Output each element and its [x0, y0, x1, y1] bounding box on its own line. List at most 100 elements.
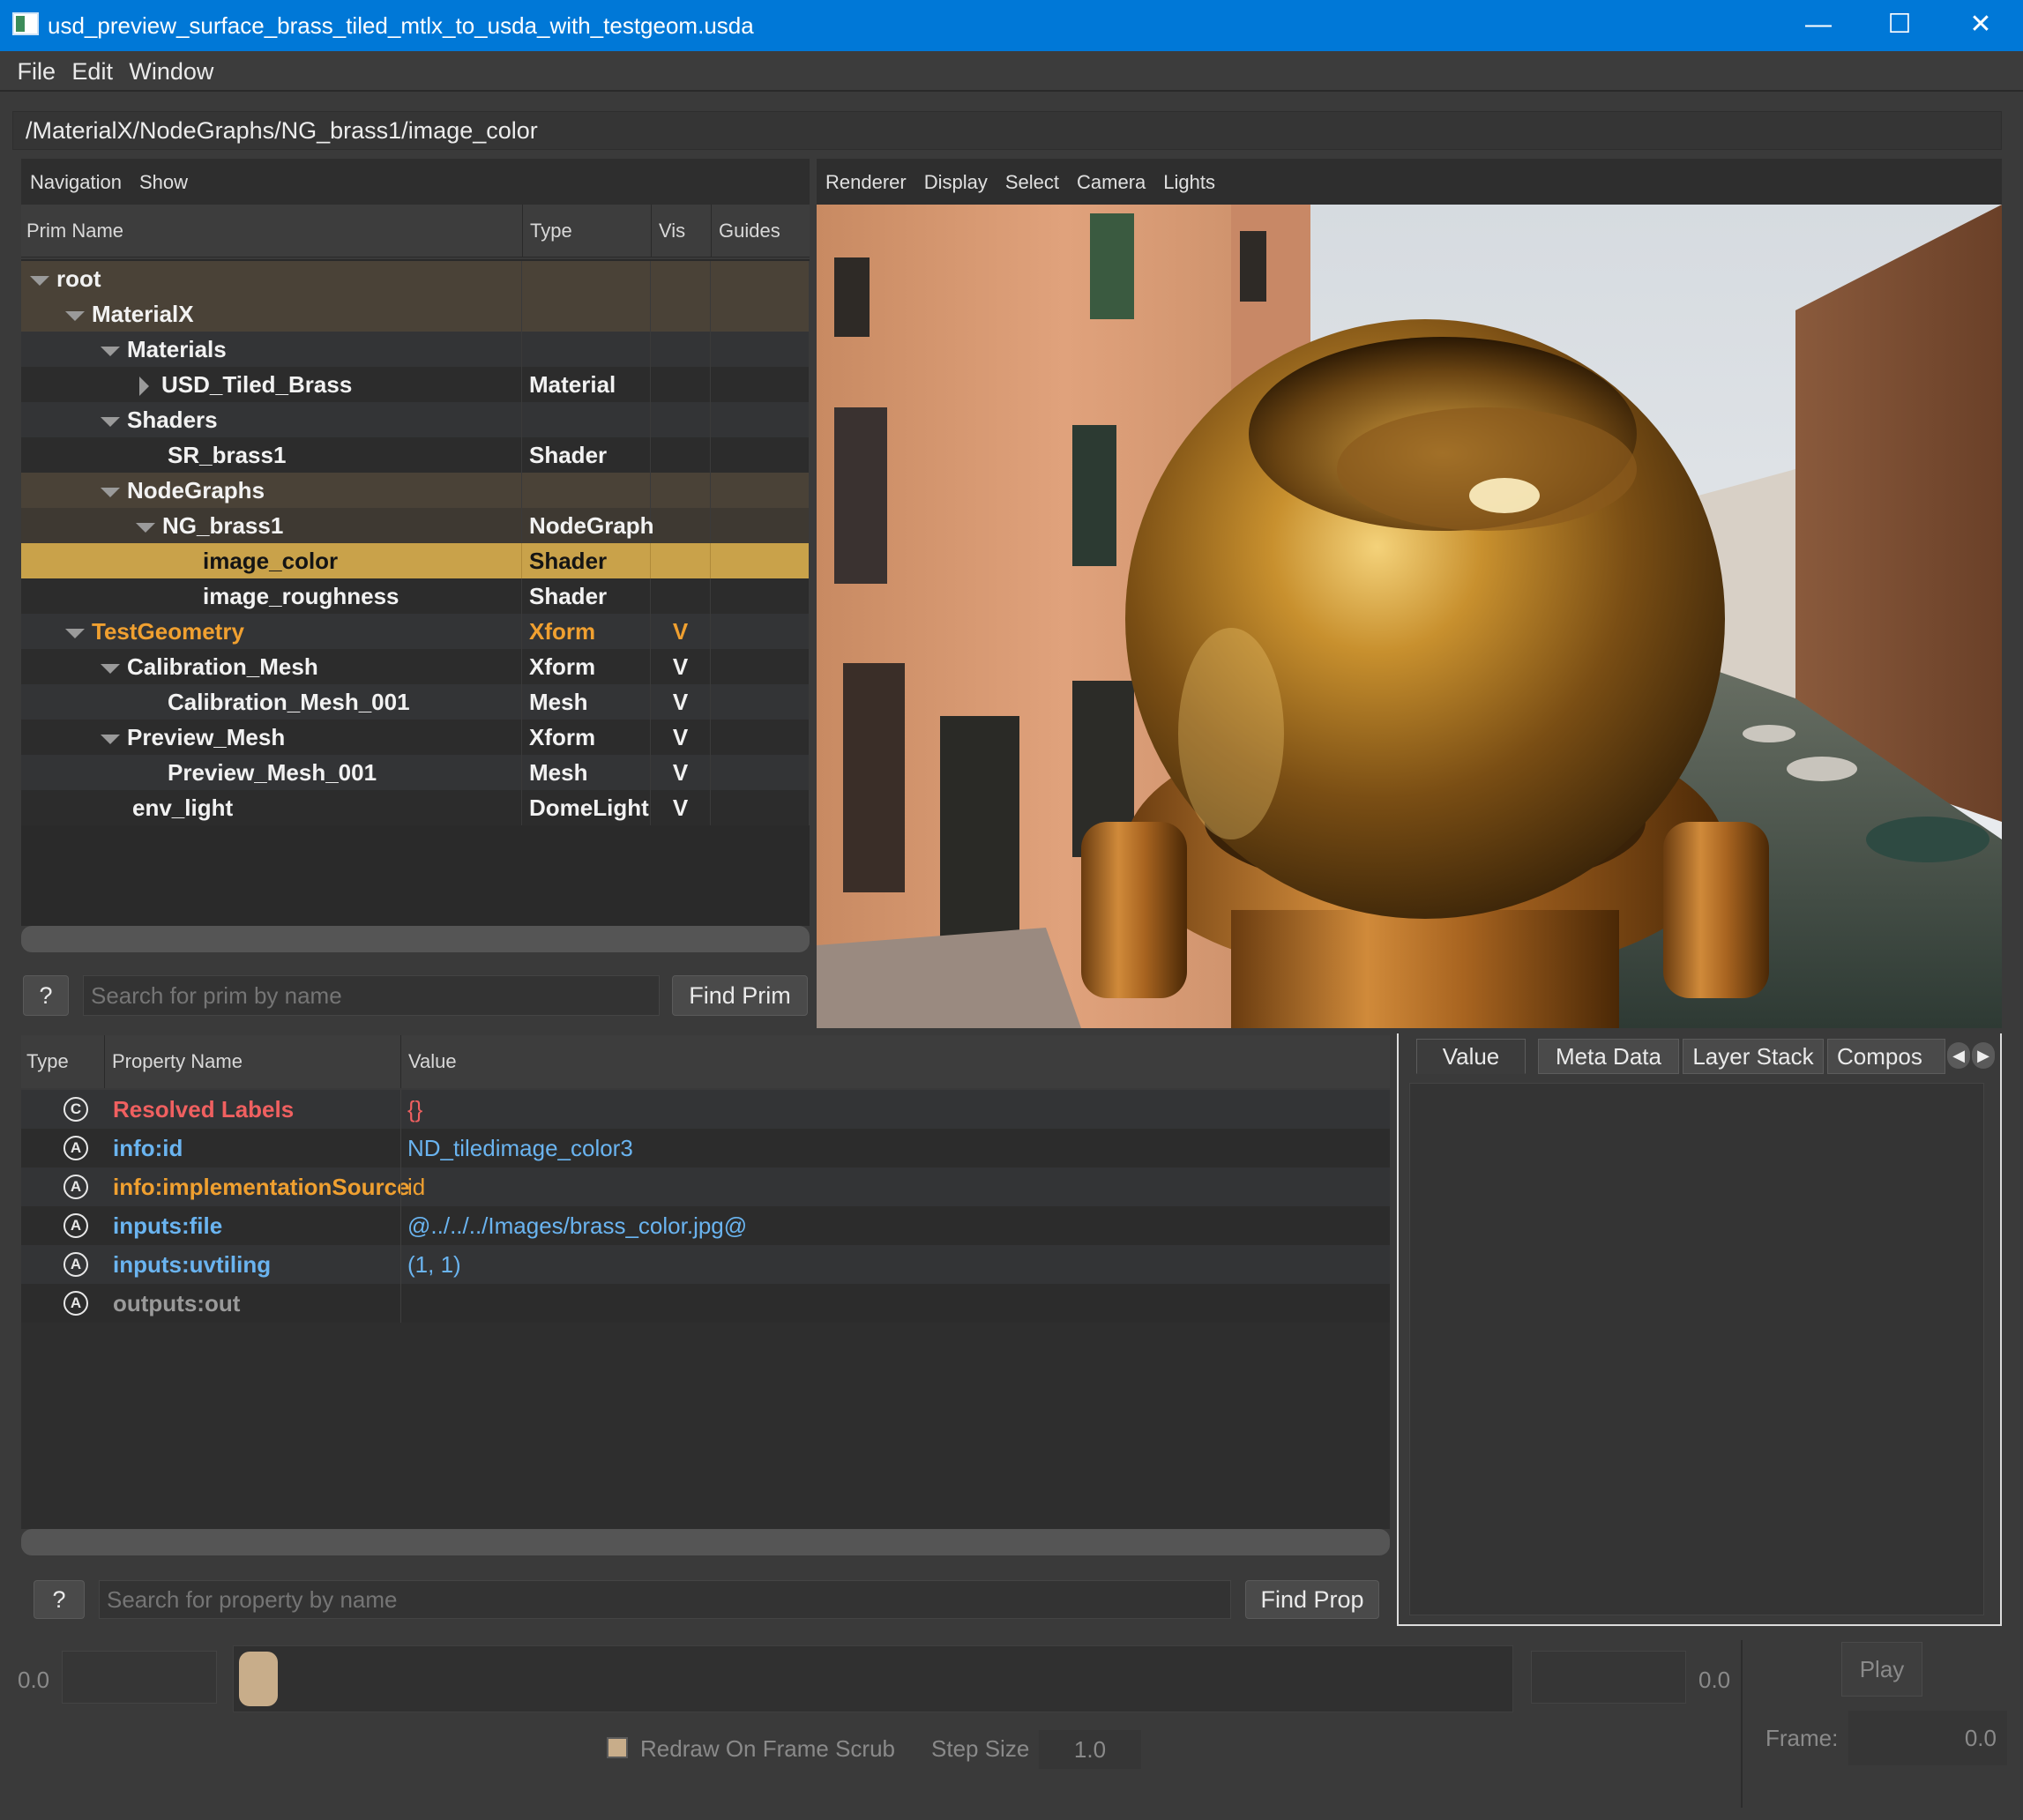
property-search-input[interactable]	[99, 1580, 1231, 1619]
stage-viewport[interactable]	[817, 205, 2002, 1028]
prim-vis[interactable]	[651, 261, 711, 296]
close-button[interactable]: ✕	[1940, 0, 2021, 51]
tab-scroll-left-icon[interactable]: ◀	[1947, 1042, 1970, 1069]
tree-row-selected[interactable]: image_color Shader	[21, 543, 810, 578]
prim-vis[interactable]: V	[651, 684, 711, 720]
tree-row[interactable]: MaterialX	[21, 296, 810, 332]
menu-window[interactable]: Window	[123, 51, 220, 92]
property-value: {}	[407, 1096, 423, 1123]
tab-value[interactable]: Value	[1416, 1039, 1526, 1074]
timeline-end-field[interactable]	[1531, 1651, 1686, 1704]
collapse-arrow-icon[interactable]	[136, 522, 155, 533]
prim-vis[interactable]	[651, 367, 711, 402]
property-value: @../../../Images/brass_color.jpg@	[407, 1212, 748, 1239]
prim-vis[interactable]: V	[651, 720, 711, 755]
tree-row[interactable]: Shaders	[21, 402, 810, 437]
tree-row[interactable]: Calibration_Mesh_001 Mesh V	[21, 684, 810, 720]
tree-row[interactable]: NG_brass1 NodeGraph	[21, 508, 810, 543]
maximize-button[interactable]: ☐	[1859, 0, 1940, 51]
tree-row[interactable]: image_roughness Shader	[21, 578, 810, 614]
property-horizontal-scrollbar[interactable]	[21, 1529, 1390, 1555]
property-search-help-button[interactable]: ?	[34, 1580, 85, 1619]
prim-search-input[interactable]	[83, 975, 660, 1016]
timeline-slider-handle[interactable]	[239, 1652, 278, 1706]
browser-menu-navigation[interactable]: Navigation	[21, 159, 131, 206]
frame-field[interactable]: 0.0	[1848, 1711, 2007, 1765]
prim-name: USD_Tiled_Brass	[161, 371, 353, 398]
column-property-name[interactable]: Property Name	[104, 1035, 243, 1088]
viewer-menu-select[interactable]: Select	[997, 159, 1068, 206]
menu-bar: File Edit Window	[0, 51, 2023, 92]
prim-vis[interactable]	[651, 437, 711, 473]
timeline-slider[interactable]	[233, 1645, 1513, 1712]
prim-type: Material	[522, 367, 651, 402]
prim-vis[interactable]	[651, 543, 711, 578]
prim-vis[interactable]	[651, 332, 711, 367]
tab-scroll-right-icon[interactable]: ▶	[1972, 1042, 1995, 1069]
collapse-arrow-icon[interactable]	[30, 275, 49, 286]
property-row[interactable]: C Resolved Labels {}	[21, 1090, 1390, 1129]
tree-row[interactable]: Calibration_Mesh Xform V	[21, 649, 810, 684]
prim-vis[interactable]: V	[651, 790, 711, 825]
column-prim-name[interactable]: Prim Name	[26, 205, 123, 257]
collapse-arrow-icon[interactable]	[101, 487, 120, 497]
prim-name: MaterialX	[92, 301, 194, 327]
prim-vis[interactable]	[651, 296, 711, 332]
collapse-arrow-icon[interactable]	[101, 663, 120, 674]
column-vis[interactable]: Vis	[651, 205, 685, 257]
property-row[interactable]: A outputs:out	[21, 1284, 1390, 1323]
tree-row[interactable]: Materials	[21, 332, 810, 367]
tree-row[interactable]: SR_brass1 Shader	[21, 437, 810, 473]
redraw-checkbox[interactable]	[607, 1737, 628, 1758]
prim-name: Preview_Mesh_001	[168, 759, 377, 786]
property-row[interactable]: A info:id ND_tiledimage_color3	[21, 1129, 1390, 1167]
step-size-field[interactable]: 1.0	[1039, 1730, 1141, 1769]
prim-vis[interactable]: V	[651, 614, 711, 649]
viewer-menu-lights[interactable]: Lights	[1154, 159, 1224, 206]
timeline-start-field[interactable]	[62, 1651, 217, 1704]
tree-row[interactable]: Preview_Mesh Xform V	[21, 720, 810, 755]
tree-row[interactable]: TestGeometry Xform V	[21, 614, 810, 649]
property-row[interactable]: A info:implementationSource id	[21, 1167, 1390, 1206]
tree-row[interactable]: USD_Tiled_Brass Material	[21, 367, 810, 402]
prim-search-help-button[interactable]: ?	[23, 975, 69, 1016]
minimize-button[interactable]: —	[1778, 0, 1859, 51]
collapse-arrow-icon[interactable]	[65, 628, 85, 638]
collapse-arrow-icon[interactable]	[101, 346, 120, 356]
browser-menu-show[interactable]: Show	[131, 159, 197, 206]
collapse-arrow-icon[interactable]	[101, 734, 120, 744]
column-value[interactable]: Value	[400, 1035, 457, 1088]
prim-vis[interactable]	[651, 473, 711, 508]
prim-vis[interactable]	[651, 578, 711, 614]
prim-path-field[interactable]: /MaterialX/NodeGraphs/NG_brass1/image_co…	[12, 111, 2002, 150]
menu-edit[interactable]: Edit	[65, 51, 119, 92]
column-type[interactable]: Type	[522, 205, 572, 257]
prim-vis[interactable]: V	[651, 755, 711, 790]
menu-file[interactable]: File	[11, 51, 62, 92]
column-type[interactable]: Type	[26, 1035, 69, 1088]
tree-row[interactable]: env_light DomeLight V	[21, 790, 810, 825]
expand-arrow-icon[interactable]	[139, 377, 149, 397]
prim-type: Shader	[522, 543, 651, 578]
column-guides[interactable]: Guides	[711, 205, 780, 257]
collapse-arrow-icon[interactable]	[65, 310, 85, 321]
find-prim-button[interactable]: Find Prim	[672, 975, 808, 1016]
play-button[interactable]: Play	[1841, 1642, 1922, 1697]
collapse-arrow-icon[interactable]	[101, 416, 120, 427]
tab-composition[interactable]: Compos	[1827, 1039, 1945, 1074]
property-row[interactable]: A inputs:uvtiling (1, 1)	[21, 1245, 1390, 1284]
tree-row[interactable]: Preview_Mesh_001 Mesh V	[21, 755, 810, 790]
tab-layer-stack[interactable]: Layer Stack	[1683, 1039, 1824, 1074]
tree-horizontal-scrollbar[interactable]	[21, 926, 810, 952]
tree-row[interactable]: NodeGraphs	[21, 473, 810, 508]
tree-row[interactable]: root	[21, 261, 810, 296]
viewer-menu-renderer[interactable]: Renderer	[817, 159, 915, 206]
tab-meta-data[interactable]: Meta Data	[1538, 1039, 1679, 1074]
prim-vis[interactable]: V	[651, 649, 711, 684]
property-row[interactable]: A inputs:file @../../../Images/brass_col…	[21, 1206, 1390, 1245]
find-prop-button[interactable]: Find Prop	[1245, 1580, 1379, 1619]
prim-vis[interactable]	[651, 508, 711, 543]
prim-vis[interactable]	[651, 402, 711, 437]
viewer-menu-camera[interactable]: Camera	[1068, 159, 1154, 206]
viewer-menu-display[interactable]: Display	[915, 159, 997, 206]
